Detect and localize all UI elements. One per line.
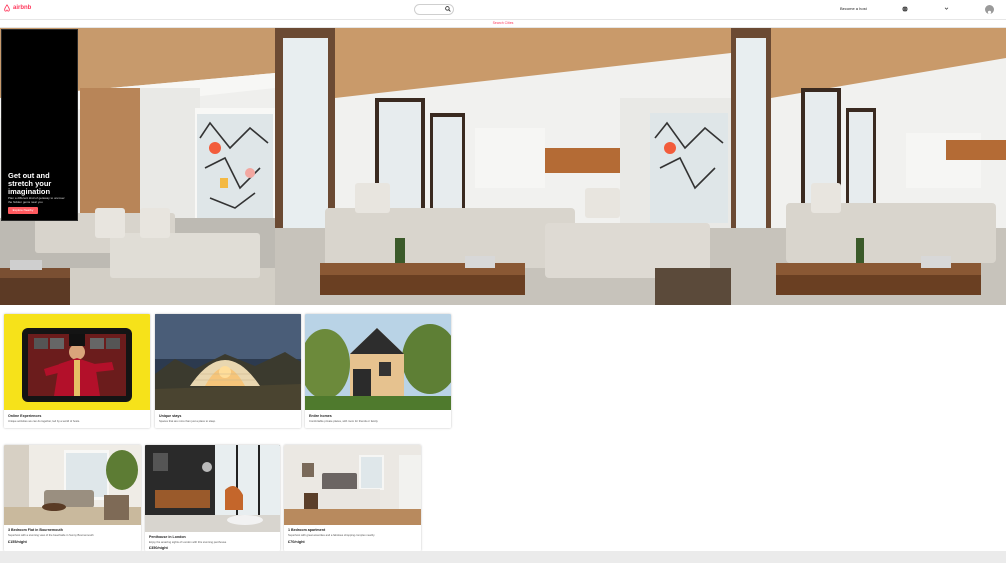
listing-card-penthouse[interactable]: Penthouse in London Enjoy the amazing si… [145, 445, 280, 551]
listing-card-bournemouth[interactable]: 3 Bedroom Flat in Bournemouth Superhost … [4, 445, 141, 551]
category-card-unique-stays[interactable]: Unique stays Spaces that are more than j… [155, 314, 301, 428]
hero-image-1: Get out and stretch your imagination Pla… [0, 28, 275, 305]
listing-description: Superhost with a stunning view of the be… [8, 534, 94, 537]
search-icon[interactable] [445, 6, 451, 12]
listing-card-apartment[interactable]: 1 Bedroom apartment Superhost with great… [284, 445, 421, 551]
listing-image [4, 445, 141, 525]
listing-title: Penthouse in London [149, 535, 186, 539]
listing-image [145, 445, 280, 532]
become-host-link[interactable]: Become a host [840, 6, 867, 11]
logo-text: airbnb [13, 5, 32, 11]
card-description: Comfortable private places, with room fo… [309, 420, 379, 423]
category-card-online-experiences[interactable]: Online Experiences Unique activities we … [4, 314, 150, 428]
listing-image [284, 445, 421, 525]
hero-subtitle: Plan a different kind of getaway to unco… [8, 196, 65, 204]
card-title: Entire homes [309, 414, 332, 418]
search-cities-bar: Search Cities [0, 20, 1006, 28]
footer-bar [0, 551, 1006, 563]
listing-price: £70/night [288, 540, 305, 544]
search-cities-link[interactable]: Search Cities [493, 21, 514, 25]
card-description: Unique activities we can do together, le… [8, 420, 81, 423]
card-title: Unique stays [159, 414, 182, 418]
globe-icon[interactable] [902, 6, 908, 12]
unique-stays-image [155, 314, 301, 410]
hero-promo-card: Get out and stretch your imagination Pla… [1, 29, 78, 221]
category-card-entire-homes[interactable]: Entire homes Comfortable private places,… [305, 314, 451, 428]
listing-price: £155/night [8, 540, 27, 544]
hero-image-2 [275, 28, 731, 305]
listing-description: Superhost with great amenities and a fab… [288, 534, 375, 537]
listing-title: 3 Bedroom Flat in Bournemouth [8, 528, 63, 532]
search-bar[interactable] [414, 4, 454, 15]
hero-image-3 [731, 28, 1006, 305]
card-description: Spaces that are more than just a place t… [159, 420, 216, 423]
airbnb-logo[interactable]: airbnb [3, 4, 31, 12]
explore-nearby-button[interactable]: Explore Nearby [8, 207, 38, 214]
user-icon [987, 10, 992, 14]
hero-title: Get out and stretch your imagination [8, 171, 52, 196]
card-title: Online Experiences [8, 414, 42, 418]
entire-homes-image [305, 314, 451, 410]
listing-description: Enjoy the amazing sights of London with … [149, 541, 227, 544]
chevron-down-icon[interactable] [944, 6, 949, 11]
hero-banner: Get out and stretch your imagination Pla… [0, 28, 1006, 305]
user-avatar[interactable] [985, 5, 994, 14]
listing-title: 1 Bedroom apartment [288, 528, 326, 532]
online-experiences-image [4, 314, 150, 410]
listing-price: £350/night [149, 546, 168, 550]
top-nav: airbnb Become a host [0, 0, 1006, 20]
airbnb-logo-icon [4, 4, 10, 12]
